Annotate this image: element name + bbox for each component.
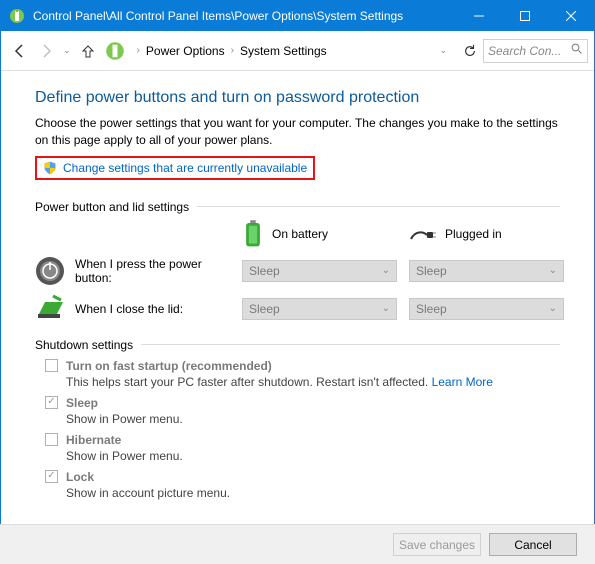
chevron-down-icon: ⌄ [549, 303, 557, 314]
page-description: Choose the power settings that you want … [35, 115, 560, 150]
power-options-icon [105, 41, 125, 61]
cancel-button[interactable]: Cancel [489, 533, 577, 556]
chevron-down-icon: ⌄ [382, 265, 390, 276]
sleep-option: Sleep Show in Power menu. [45, 396, 560, 426]
lid-close-row-label: When I close the lid: [35, 294, 230, 324]
search-placeholder: Search Con... [488, 44, 561, 58]
breadcrumb-power-options[interactable]: Power Options [146, 44, 225, 58]
minimize-button[interactable] [456, 1, 502, 31]
lock-checkbox[interactable] [45, 470, 58, 483]
lid-plugged-select[interactable]: Sleep⌄ [409, 298, 564, 320]
up-button[interactable] [75, 38, 101, 64]
content-area: Define power buttons and turn on passwor… [1, 71, 594, 506]
breadcrumb[interactable]: › Power Options › System Settings [105, 41, 436, 61]
fast-startup-checkbox[interactable] [45, 359, 58, 372]
breadcrumb-system-settings[interactable]: System Settings [240, 44, 327, 58]
change-unavailable-settings-link[interactable]: Change settings that are currently unava… [35, 156, 315, 180]
power-button-row-label: When I press the power button: [35, 256, 230, 286]
refresh-button[interactable] [457, 44, 483, 58]
forward-button[interactable] [33, 38, 59, 64]
search-input[interactable]: Search Con... [483, 39, 588, 63]
sleep-checkbox[interactable] [45, 396, 58, 409]
on-battery-column: On battery [242, 220, 397, 248]
address-dropdown-icon[interactable]: ⌄ [435, 45, 451, 56]
power-button-group-title: Power button and lid settings [35, 200, 560, 214]
chevron-down-icon: ⌄ [549, 265, 557, 276]
power-button-battery-select[interactable]: Sleep⌄ [242, 260, 397, 282]
footer: Save changes Cancel [0, 524, 595, 564]
save-button[interactable]: Save changes [393, 533, 481, 556]
battery-icon [242, 220, 264, 248]
fast-startup-option: Turn on fast startup (recommended) This … [45, 359, 560, 389]
chevron-right-icon[interactable]: › [227, 45, 238, 56]
lid-battery-select[interactable]: Sleep⌄ [242, 298, 397, 320]
shutdown-group-title: Shutdown settings [35, 338, 560, 352]
search-icon [571, 43, 583, 58]
plugged-in-column: Plugged in [409, 225, 564, 243]
lock-option: Lock Show in account picture menu. [45, 470, 560, 500]
back-button[interactable] [7, 38, 33, 64]
chevron-right-icon[interactable]: › [133, 45, 144, 56]
power-button-icon [35, 256, 65, 286]
history-dropdown-icon[interactable]: ⌄ [59, 45, 75, 56]
hibernate-checkbox[interactable] [45, 433, 58, 446]
window-title: Control Panel\All Control Panel Items\Po… [33, 9, 456, 23]
power-options-icon [9, 8, 25, 24]
laptop-lid-icon [35, 294, 65, 324]
plug-icon [409, 225, 437, 243]
hibernate-option: Hibernate Show in Power menu. [45, 433, 560, 463]
navbar: ⌄ › Power Options › System Settings ⌄ Se… [1, 31, 594, 71]
page-title: Define power buttons and turn on passwor… [35, 89, 560, 107]
learn-more-link[interactable]: Learn More [432, 375, 493, 389]
maximize-button[interactable] [502, 1, 548, 31]
titlebar: Control Panel\All Control Panel Items\Po… [1, 1, 594, 31]
chevron-down-icon: ⌄ [382, 303, 390, 314]
uac-shield-icon [43, 161, 57, 175]
change-link-text: Change settings that are currently unava… [63, 161, 307, 175]
power-button-plugged-select[interactable]: Sleep⌄ [409, 260, 564, 282]
close-button[interactable] [548, 1, 594, 31]
